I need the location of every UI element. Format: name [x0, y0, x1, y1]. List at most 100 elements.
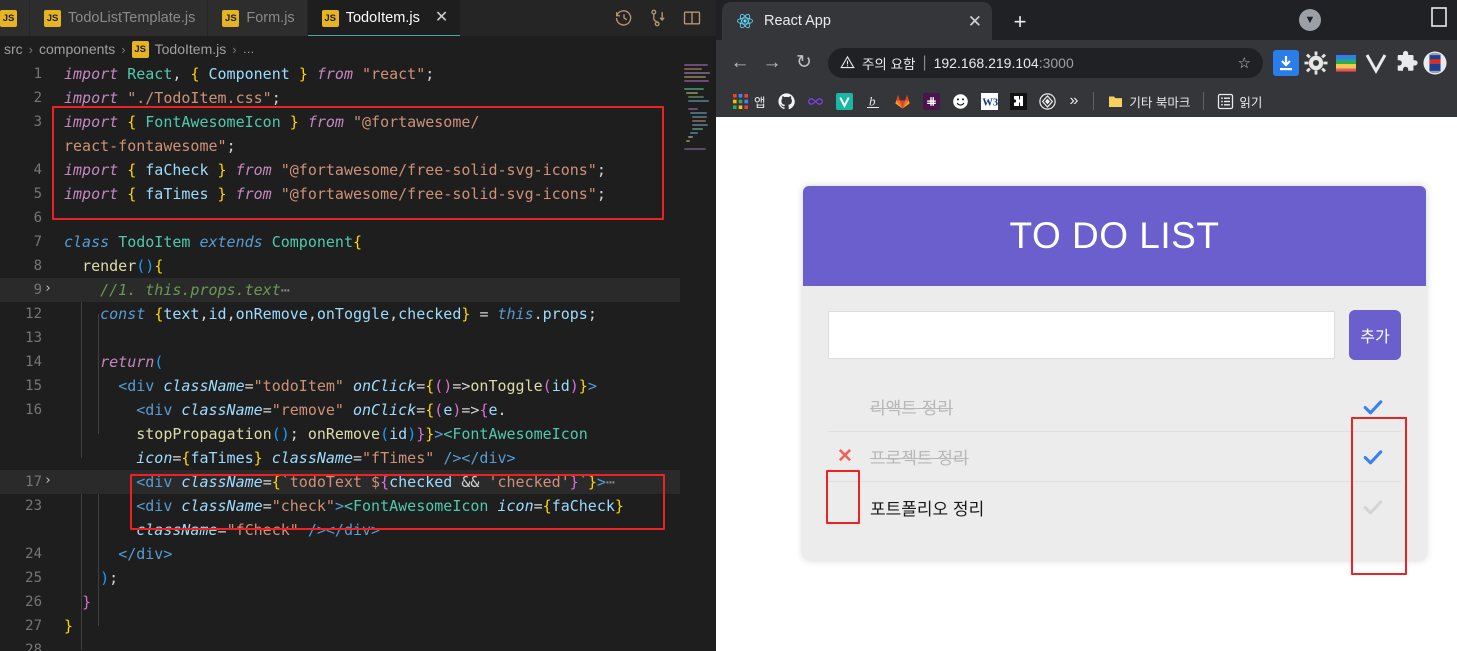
todo-form: 추가: [803, 286, 1426, 382]
profile-avatar[interactable]: [1423, 50, 1447, 75]
google-apps-grid-icon: [733, 93, 748, 109]
bookmark-puzzle-black[interactable]: [1004, 88, 1033, 114]
address-bar[interactable]: 주의 요함 | 192.168.219.104:3000 ☆: [828, 47, 1263, 78]
bookmark-other-folder[interactable]: 기타 북마크: [1101, 88, 1196, 114]
bookmark-gitlab[interactable]: [888, 88, 917, 114]
bookmark-slack[interactable]: [917, 88, 946, 114]
editor-tab-form[interactable]: JS Form.js: [208, 0, 308, 36]
caret-down-icon[interactable]: ▼: [1299, 9, 1321, 31]
vimium-v-icon[interactable]: [1363, 50, 1389, 76]
bookmark-github[interactable]: [772, 88, 801, 114]
source-control-compare-icon[interactable]: [648, 8, 668, 28]
svg-text:W3: W3: [982, 97, 998, 108]
fold-chevron-icon[interactable]: ›: [44, 277, 56, 301]
not-secure-warning-icon: [840, 55, 855, 69]
close-icon[interactable]: ✕: [435, 10, 448, 26]
code-line: 25 );: [0, 566, 680, 590]
download-manager-icon[interactable]: [1273, 49, 1299, 76]
breadcrumb-item-more[interactable]: …: [243, 42, 255, 56]
js-file-icon: JS: [44, 9, 61, 27]
code-line: 9 › //1. this.props.text⋯: [0, 278, 680, 302]
code-line: 8 render(){: [0, 254, 680, 278]
todo-item[interactable]: ✕ 리액트 정리: [828, 382, 1401, 432]
extensions-puzzle-icon[interactable]: [1393, 50, 1419, 76]
line-number: 9: [33, 282, 42, 298]
code-line: 13: [0, 326, 680, 350]
line-number: 6: [33, 210, 42, 226]
code-line: 12 const {text,id,onRemove,onToggle,chec…: [0, 302, 680, 326]
todo-text-input[interactable]: [828, 311, 1335, 359]
breadcrumb-item-file[interactable]: TodoItem.js: [155, 41, 227, 57]
color-palette-icon[interactable]: [1333, 50, 1359, 76]
settings-gear-icon[interactable]: [1303, 50, 1329, 76]
restore-icon[interactable]: [1416, 0, 1457, 44]
editor-tab-partial[interactable]: JS: [0, 0, 30, 36]
vscode-window: JS JS TodoListTemplate.js JS Form.js JS …: [0, 0, 716, 651]
check-icon: [1363, 399, 1383, 414]
bookmark-apps[interactable]: 앱: [726, 88, 772, 114]
reading-list-icon: [1218, 93, 1234, 109]
code-editor[interactable]: 1 import React, { Component } from "reac…: [0, 62, 716, 651]
bookmark-w3schools[interactable]: W3: [975, 88, 1004, 114]
js-file-icon: JS: [321, 9, 339, 27]
back-button[interactable]: ←: [724, 47, 756, 79]
remove-todo-icon[interactable]: ✕: [828, 432, 862, 482]
close-icon[interactable]: ✕: [968, 13, 982, 30]
forward-button[interactable]: →: [756, 47, 788, 79]
line-number: 3: [33, 114, 42, 130]
js-file-icon: JS: [0, 9, 17, 27]
editor-tab-label: Form.js: [246, 10, 295, 26]
bookmark-star-icon[interactable]: ☆: [1228, 54, 1251, 72]
bookmark-vimeo[interactable]: [830, 88, 859, 114]
line-number: 12: [25, 306, 42, 322]
bookmarks-bar: 앱 b W3 » 기타 북마크 읽기: [716, 85, 1457, 117]
timeline-history-icon[interactable]: [614, 8, 634, 28]
omnibox-divider: |: [922, 53, 927, 71]
bookmark-bootstrap[interactable]: b: [859, 88, 888, 114]
todo-app: TO DO LIST 추가 ✕ 리액트 정리: [803, 186, 1426, 560]
line-number: 14: [25, 354, 42, 370]
bookmark-diamond[interactable]: [1033, 88, 1062, 114]
code-line: 1 import React, { Component } from "reac…: [0, 62, 680, 86]
new-tab-button[interactable]: +: [1006, 8, 1034, 36]
editor-tab-todolisttemplate[interactable]: JS TodoListTemplate.js: [30, 0, 209, 36]
todo-check-toggle[interactable]: [1345, 382, 1401, 432]
browser-tab-title: React App: [764, 13, 831, 29]
reading-list-label: 읽기: [1239, 95, 1263, 110]
breadcrumb-item-components[interactable]: components: [39, 41, 115, 57]
line-number: 5: [33, 186, 42, 202]
editor-tab-label: TodoItem.js: [345, 10, 420, 26]
line-number: 24: [25, 546, 42, 562]
editor-tab-label: TodoListTemplate.js: [68, 10, 196, 26]
line-number: 2: [33, 90, 42, 106]
breadcrumb-item-src[interactable]: src: [4, 41, 23, 57]
todo-item-text: 포트폴리오 정리: [870, 499, 985, 519]
editor-minimap[interactable]: [680, 62, 716, 651]
reading-list-button[interactable]: 읽기: [1211, 88, 1268, 114]
bookmarks-overflow-button[interactable]: »: [1062, 88, 1087, 114]
smiley-face-icon: [952, 93, 968, 109]
reload-button[interactable]: ↻: [788, 47, 820, 79]
svg-text:b: b: [869, 93, 876, 108]
w3schools-icon: W3: [980, 92, 998, 110]
editor-tab-todoitem[interactable]: JS TodoItem.js ✕: [307, 0, 462, 36]
check-icon: [1363, 500, 1383, 515]
fold-chevron-icon[interactable]: ›: [44, 469, 56, 493]
slack-icon: [922, 92, 940, 110]
chevron-right-icon: ›: [121, 41, 126, 57]
url-host: 192.168.219.104: [933, 54, 1039, 71]
todo-list: ✕ 리액트 정리 ✕ 프로젝트 정리: [803, 382, 1426, 560]
bookmark-label: 기타 북마크: [1129, 95, 1191, 110]
code-line: 24 </div>: [0, 542, 680, 566]
split-editor-icon[interactable]: [682, 8, 702, 28]
js-file-icon: JS: [222, 9, 240, 27]
bookmark-smiley[interactable]: [946, 88, 975, 114]
todo-check-toggle[interactable]: [1345, 432, 1401, 482]
code-line: 27 }: [0, 614, 680, 638]
todo-check-toggle[interactable]: [1345, 482, 1401, 532]
browser-tab-react-app[interactable]: React App ✕: [722, 2, 992, 40]
todo-item[interactable]: ✕ 프로젝트 정리: [828, 432, 1401, 482]
bookmark-infinity[interactable]: [801, 88, 830, 114]
add-todo-button[interactable]: 추가: [1349, 310, 1401, 360]
todo-item[interactable]: ✕ 포트폴리오 정리: [828, 482, 1401, 532]
